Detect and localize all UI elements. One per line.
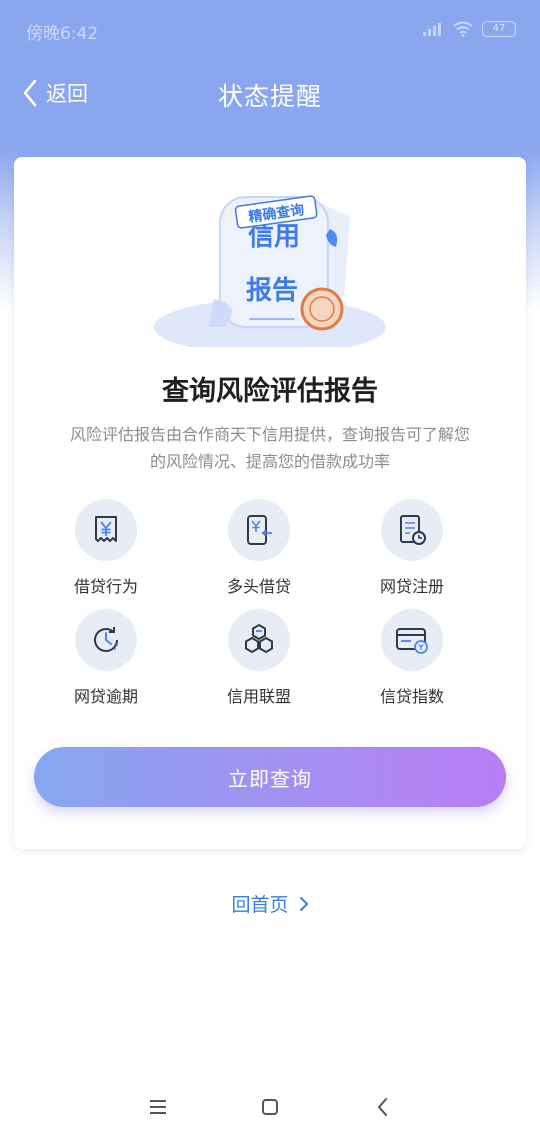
battery-icon: 47 — [482, 21, 516, 37]
home-link[interactable]: 回首页 — [0, 890, 540, 917]
feature-label: 信贷指数 — [379, 687, 444, 706]
feature-item-credit-index[interactable]: 信贷指数 — [342, 609, 482, 707]
status-time: 傍晚6:42 — [26, 24, 99, 44]
feature-item-online-loan-registration[interactable]: 网贷注册 — [342, 499, 482, 597]
feature-label: 多头借贷 — [226, 577, 291, 596]
chevron-right-icon — [299, 897, 308, 911]
report-card: 信用 报告 精确查询 查询风险评估报告 风险评估报告由合作商天下信用提供，查询报… — [14, 157, 526, 849]
status-bar: 傍晚6:42 47 — [0, 0, 540, 58]
home-link-label: 回首页 — [231, 894, 289, 916]
battery-level: 47 — [492, 23, 506, 34]
card-coin-icon — [381, 609, 443, 671]
feature-label: 借贷行为 — [73, 577, 138, 596]
wifi-icon — [453, 21, 473, 37]
document-clock-icon — [381, 499, 443, 561]
back-triangle-icon[interactable] — [370, 1094, 396, 1120]
credit-report-illustration: 信用 报告 精确查询 — [154, 195, 386, 347]
phone-yen-icon — [228, 499, 290, 561]
status-icons: 47 — [422, 20, 516, 38]
receipt-yen-icon — [75, 499, 137, 561]
navigation-bar: 返回 状态提醒 — [0, 62, 540, 124]
feature-label: 网贷逾期 — [73, 687, 138, 706]
home-square-icon[interactable] — [257, 1094, 283, 1120]
system-navigation-bar — [0, 1090, 540, 1124]
feature-item-online-loan-overdue[interactable]: 网贷逾期 — [36, 609, 176, 707]
feature-label: 网贷注册 — [379, 577, 444, 596]
overdue-clock-icon — [75, 609, 137, 671]
hexagons-icon — [228, 609, 290, 671]
feature-label: 信用联盟 — [226, 687, 291, 706]
hero-line2: 报告 — [246, 275, 298, 305]
menu-icon[interactable] — [145, 1094, 171, 1120]
report-description: 风险评估报告由合作商天下信用提供，查询报告可了解您的风险情况、提高您的借款成功率 — [69, 425, 470, 471]
feature-item-credit-alliance[interactable]: 信用联盟 — [189, 609, 329, 707]
report-title: 查询风险评估报告 — [162, 376, 378, 407]
feature-item-loan-behavior[interactable]: 借贷行为 — [36, 499, 176, 597]
page-title: 状态提醒 — [217, 82, 322, 111]
signal-icon — [423, 23, 441, 36]
feature-item-multi-loans[interactable]: 多头借贷 — [189, 499, 329, 597]
query-now-button[interactable]: 立即查询 — [34, 747, 506, 807]
